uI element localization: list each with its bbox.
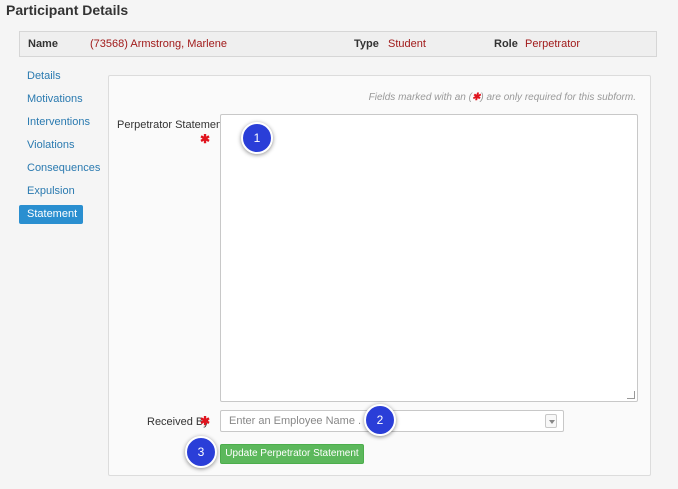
perpetrator-statement-label: Perpetrator Statement [117,119,226,131]
update-statement-button[interactable]: Update Perpetrator Statement [220,444,364,464]
sidebar-item-details[interactable]: Details [27,70,61,82]
callout-badge-2: 2 [364,404,396,436]
resize-grip-icon[interactable] [627,391,635,399]
perpetrator-statement-textarea[interactable] [220,114,638,402]
role-value: Perpetrator [525,38,581,50]
received-by-placeholder: Enter an Employee Name . . . [229,415,374,427]
statement-required-star-icon: ✱ [200,132,211,146]
sidebar-item-consequences[interactable]: Consequences [27,162,100,174]
name-label: Name [28,38,58,50]
callout-badge-3: 3 [185,436,217,468]
role-label: Role [494,38,518,50]
sidebar-item-motivations[interactable]: Motivations [27,93,83,105]
received-by-required-star-icon: ✱ [200,414,211,428]
participant-info-bar: Name (73568) Armstrong, Marlene Type Stu… [19,31,657,57]
name-value: (73568) Armstrong, Marlene [90,38,227,50]
required-fields-note: Fields marked with an (✱) are only requi… [369,92,636,103]
callout-badge-1: 1 [241,122,273,154]
type-value: Student [388,38,426,50]
required-note-suffix: ) are only required for this subform. [480,92,636,103]
sidebar-item-interventions[interactable]: Interventions [27,116,90,128]
required-note-prefix: Fields marked with an ( [368,92,472,103]
sidebar-item-violations[interactable]: Violations [27,139,75,151]
chevron-down-icon[interactable] [545,414,557,428]
sidebar-item-expulsion[interactable]: Expulsion [27,185,75,197]
type-label: Type [354,38,379,50]
sidebar-item-statement[interactable]: Statement [19,205,83,224]
page-title: Participant Details [6,2,129,18]
